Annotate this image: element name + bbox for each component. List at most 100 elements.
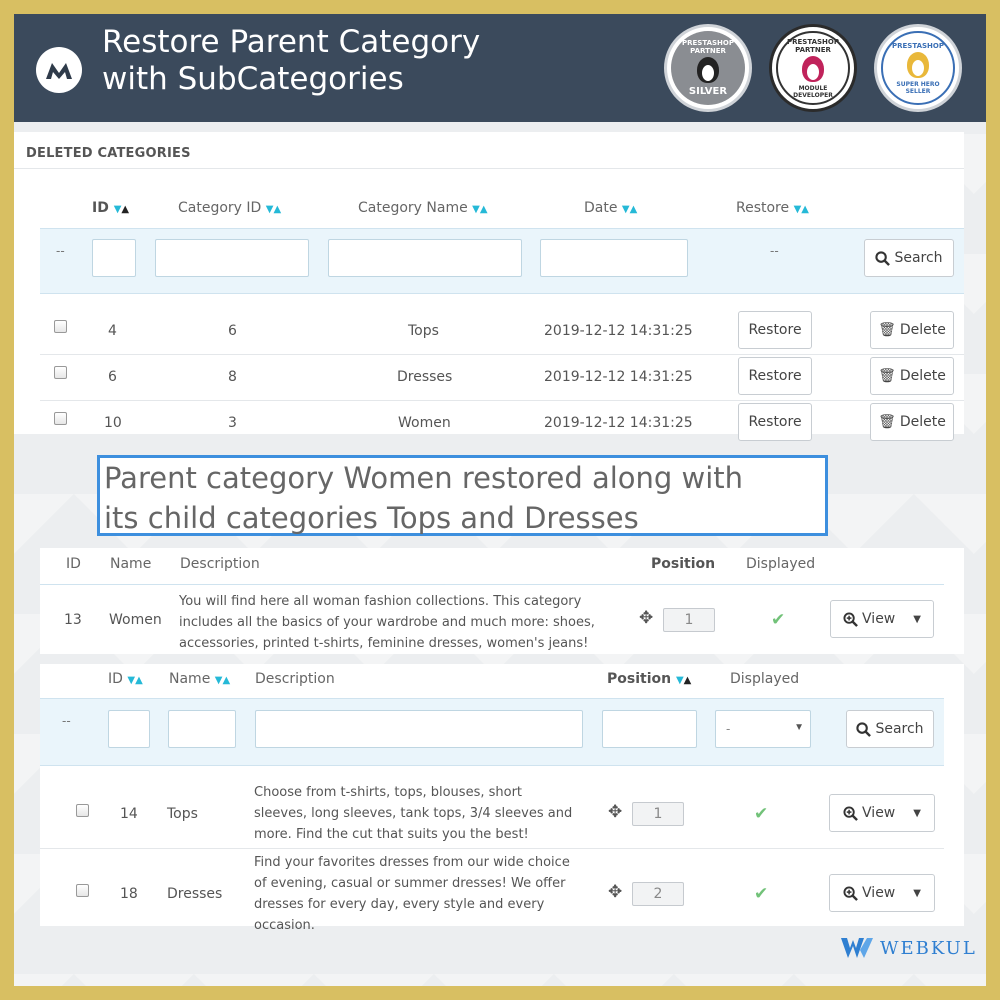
view-button[interactable]: View ▼: [829, 874, 935, 912]
col-displayed[interactable]: Displayed: [746, 556, 815, 572]
callout-line1: Parent category Women restored along wit…: [104, 461, 744, 495]
col-restore[interactable]: Restore ▼▲: [736, 200, 809, 216]
caret-down-icon: ▼: [913, 613, 921, 625]
cell-id: 14: [120, 806, 138, 822]
filter-row: -- - ▼ Search: [40, 698, 944, 766]
zoom-in-icon: [843, 805, 858, 821]
cell-category-name: Dresses: [397, 369, 453, 385]
silver-partner-badge: PRESTASHOP PARTNER SILVER: [664, 24, 752, 112]
row-checkbox[interactable]: [54, 320, 67, 333]
delete-button[interactable]: 🗑 Delete: [870, 357, 954, 395]
view-button[interactable]: View ▼: [830, 600, 934, 638]
check-icon[interactable]: ✔: [754, 804, 768, 824]
row-divider: [40, 848, 944, 849]
search-icon: [856, 721, 872, 737]
deleted-categories-panel: DELETED CATEGORIES ID ▼▲ Category ID ▼▲ …: [14, 132, 964, 441]
col-name[interactable]: Name ▼▲: [169, 671, 230, 687]
filter-category-id-input[interactable]: [155, 239, 309, 277]
filter-id-input[interactable]: [92, 239, 136, 277]
puffin-icon: [907, 51, 929, 78]
cell-date: 2019-12-12 14:31:25: [544, 369, 693, 385]
cell-id: 10: [104, 415, 122, 431]
cell-date: 2019-12-12 14:31:25: [544, 323, 693, 339]
cell-category-id: 8: [228, 369, 237, 385]
cell-category-id: 3: [228, 415, 237, 431]
col-description[interactable]: Description: [255, 671, 335, 687]
row-checkbox[interactable]: [54, 366, 67, 379]
banner-header: Restore Parent Category with SubCategori…: [14, 14, 986, 122]
col-id[interactable]: ID ▼▲: [92, 200, 129, 216]
brand-logo: [36, 47, 82, 93]
delete-button[interactable]: 🗑 Delete: [870, 311, 954, 349]
cell-description: Find your favorites dresses from our wid…: [254, 855, 570, 933]
col-displayed[interactable]: Displayed: [730, 671, 799, 687]
row-divider: [40, 354, 964, 355]
row-checkbox[interactable]: [54, 412, 67, 425]
restore-callout: Parent category Women restored along wit…: [97, 455, 828, 536]
cell-id: 4: [108, 323, 117, 339]
check-icon[interactable]: ✔: [754, 884, 768, 904]
cell-date: 2019-12-12 14:31:25: [544, 415, 693, 431]
row-checkbox[interactable]: [76, 804, 89, 817]
cell-name: Tops: [167, 806, 198, 822]
filter-position-input[interactable]: [602, 710, 697, 748]
divider: [40, 584, 944, 585]
trash-icon: 🗑: [878, 368, 896, 384]
filter-dash: --: [62, 713, 71, 728]
check-icon[interactable]: ✔: [771, 610, 785, 630]
caret-down-icon: ▼: [913, 807, 921, 819]
banner-title-line1: Restore Parent Category: [102, 24, 481, 60]
divider: [14, 168, 964, 169]
col-date[interactable]: Date ▼▲: [584, 200, 637, 216]
child-categories-panel: ID ▼▲ Name ▼▲ Description Position ▼▲ Di…: [40, 664, 964, 933]
restore-button[interactable]: Restore: [738, 311, 812, 349]
filter-displayed-select[interactable]: - ▼: [715, 710, 811, 748]
delete-button[interactable]: 🗑 Delete: [870, 403, 954, 441]
drag-move-icon[interactable]: ✥: [639, 608, 653, 628]
badge-text: PRESTASHOP: [892, 41, 944, 50]
filter-date-input[interactable]: [540, 239, 688, 277]
restore-button[interactable]: Restore: [738, 403, 812, 441]
col-category-name[interactable]: Category Name ▼▲: [358, 200, 488, 216]
search-button[interactable]: Search: [846, 710, 934, 748]
filter-name-input[interactable]: [168, 710, 236, 748]
caret-down-icon: ▼: [913, 887, 921, 899]
view-button[interactable]: View ▼: [829, 794, 935, 832]
col-name[interactable]: Name: [110, 556, 151, 572]
super-hero-seller-badge: PRESTASHOP SUPER HERO SELLER: [874, 24, 962, 112]
col-position[interactable]: Position: [651, 556, 715, 572]
col-description[interactable]: Description: [180, 556, 260, 572]
webkul-wordmark: WEBKUL: [880, 937, 977, 959]
trash-icon: 🗑: [878, 414, 896, 430]
filter-id-input[interactable]: [108, 710, 150, 748]
drag-move-icon[interactable]: ✥: [608, 882, 622, 902]
col-id[interactable]: ID: [66, 556, 81, 572]
module-developer-badge: PRESTASHOP PARTNER MODULE DEVELOPER: [769, 24, 857, 112]
row-divider: [40, 400, 964, 401]
drag-move-icon[interactable]: ✥: [608, 802, 622, 822]
cell-id: 6: [108, 369, 117, 385]
row-checkbox[interactable]: [76, 884, 89, 897]
cell-name: Women: [109, 612, 162, 628]
position-value: 1: [632, 802, 684, 826]
badge-label: SUPER HERO SELLER: [896, 80, 940, 95]
col-position[interactable]: Position ▼▲: [607, 671, 691, 687]
cell-name: Dresses: [167, 886, 223, 902]
position-value: 1: [663, 608, 715, 632]
cell-description: You will find here all woman fashion col…: [179, 594, 595, 651]
col-category-id[interactable]: Category ID ▼▲: [178, 200, 281, 216]
callout-line2: its child categories Tops and Dresses: [104, 501, 639, 535]
search-icon: [875, 250, 891, 266]
banner-title-line2: with SubCategories: [102, 61, 404, 97]
badge-label: SILVER: [688, 86, 728, 97]
parent-category-panel: ID Name Description Position Displayed 1…: [40, 548, 964, 654]
search-button[interactable]: Search: [864, 239, 954, 277]
filter-row: -- -- Search: [40, 228, 964, 294]
col-id[interactable]: ID ▼▲: [108, 671, 143, 687]
filter-category-name-input[interactable]: [328, 239, 522, 277]
filter-description-input[interactable]: [255, 710, 583, 748]
puffin-icon: [802, 55, 824, 82]
w-logo-icon: [46, 63, 72, 79]
cell-description: Choose from t-shirts, tops, blouses, sho…: [254, 785, 573, 842]
restore-button[interactable]: Restore: [738, 357, 812, 395]
